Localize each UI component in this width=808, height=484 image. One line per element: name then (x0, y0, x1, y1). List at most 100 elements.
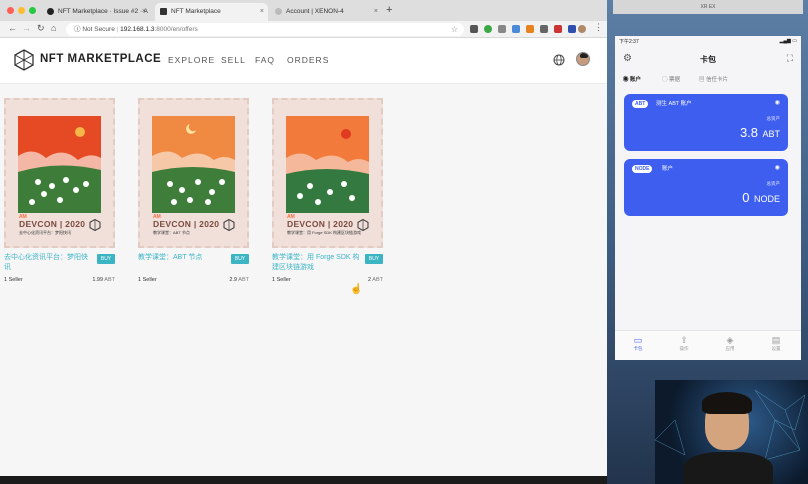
browser-toolbar: ← → ↻ ⌂ ⓘ Not Secure | 192.168.1.3:8000/… (0, 21, 607, 38)
tab-tickets[interactable]: ◯ 票据 (662, 75, 680, 83)
account-name: 测生 ABT 账户 (656, 101, 692, 107)
bottom-tab-settings[interactable]: ▤ 设置 (764, 335, 788, 352)
globe-icon[interactable] (553, 54, 565, 66)
balance: 3.8 ABT (740, 124, 780, 142)
seller-count: 1 Seller (138, 277, 157, 283)
price-unit: ABT (372, 277, 383, 283)
maximize-window-button[interactable] (29, 7, 36, 14)
seller-count: 1 Seller (4, 277, 23, 283)
page-icon (275, 8, 282, 15)
person-body (683, 452, 773, 484)
balance-unit: NODE (753, 194, 780, 204)
eye-icon[interactable]: ◉ (775, 99, 780, 106)
metamask-icon[interactable] (526, 25, 534, 33)
nft-poster[interactable]: AM DEVCON | 2020 去中心化资讯平台：梦阳快讯 (4, 98, 115, 248)
url-path: :8000/en/offers (154, 26, 198, 33)
extension-icon[interactable] (484, 25, 492, 33)
seller-count: 1 Seller (272, 277, 291, 283)
nav-faq[interactable]: FAQ (255, 55, 275, 65)
browser-tab-2[interactable]: NFT Marketplace × (155, 3, 268, 21)
settings-icon: ▤ (771, 335, 781, 345)
upload-icon: ⇪ (680, 335, 688, 345)
poster-title: DEVCON | 2020 (287, 219, 354, 229)
wallet-card-abt[interactable]: ABT 测生 ABT 账户 ◉ 总资产 3.8 ABT (624, 94, 788, 151)
close-icon[interactable]: × (260, 3, 264, 21)
nft-name-link[interactable]: 教学课堂：用 Forge SDK 构建区块链游戏 (272, 253, 360, 273)
apps-icon: ◈ (726, 335, 734, 345)
new-tab-button[interactable]: + (386, 4, 392, 16)
poster-artwork (286, 116, 369, 213)
tab-title: NFT Marketplace (171, 8, 221, 15)
devcon-emblem-icon (357, 219, 369, 231)
tab-label: 票据 (669, 77, 681, 83)
home-icon[interactable]: ⌂ (51, 23, 56, 33)
eye-icon[interactable]: ◉ (775, 164, 780, 171)
browser-tab-3[interactable]: Account | XENON-4 × (270, 3, 382, 21)
nft-price: 1.99 ABT (92, 277, 115, 283)
tab-label: 信任卡片 (706, 77, 729, 83)
extension-icon[interactable] (470, 25, 478, 33)
back-arrow-icon[interactable]: ← (8, 23, 17, 33)
extension-icon[interactable] (540, 25, 548, 33)
poster-title: DEVCON | 2020 (153, 219, 220, 229)
site-logo-text[interactable]: NFT MARKETPLACE (40, 53, 161, 65)
balance-amount: 0 (742, 190, 750, 205)
bottom-tab-apps[interactable]: ◈ 应用 (718, 335, 742, 352)
price-unit: ABT (104, 277, 115, 283)
price-unit: ABT (238, 277, 249, 283)
extension-icon[interactable] (568, 25, 576, 33)
nft-poster[interactable]: AM DEVCON | 2020 教学课堂：用 Forge SDK 构建区块链游… (272, 98, 383, 248)
bottom-tab-actions[interactable]: ⇪ 操作 (672, 335, 696, 352)
nav-orders[interactable]: ORDERS (287, 55, 329, 65)
tab-label: 账户 (630, 77, 642, 83)
extension-icon[interactable] (512, 25, 520, 33)
nft-name-link[interactable]: 去中心化资讯平台：梦阳快讯 (4, 253, 92, 273)
poster-subtitle: 教学课堂：ABT 节点 (153, 230, 190, 235)
poster-subtitle: 教学课堂：用 Forge SDK 构建区块链游戏 (287, 230, 362, 235)
devcon-emblem-icon (223, 219, 235, 231)
browser-tab-1[interactable]: NFT Marketplace · Issue #2 · A × (42, 3, 150, 21)
account-name: 账户 (662, 166, 674, 172)
nav-sell[interactable]: SELL (221, 55, 246, 65)
wallet-card-node[interactable]: NODE 账户 ◉ 总资产 0 NODE (624, 159, 788, 216)
bookmark-star-icon[interactable]: ☆ (451, 23, 458, 36)
bottom-tab-label: 应用 (725, 346, 735, 351)
buy-button[interactable]: BUY (365, 254, 383, 264)
person-hair (702, 392, 752, 414)
minimize-window-button[interactable] (18, 7, 25, 14)
nft-price: 2 ABT (368, 277, 383, 283)
bottom-tab-cards[interactable]: ▭ 卡包 (626, 335, 650, 352)
profile-avatar-icon[interactable] (578, 25, 586, 33)
nft-price: 2.9 ABT (229, 277, 249, 283)
webcam-video (655, 380, 808, 484)
extension-icon[interactable] (554, 25, 562, 33)
battery-icon: ▂▄▆ ▭ (779, 38, 797, 44)
phone-nav-bar: ⚙ 卡包 ⛶ (615, 50, 801, 70)
phone-status-bar: 下午2:37 ▂▄▆ ▭ (615, 36, 801, 46)
close-icon[interactable]: × (142, 3, 146, 21)
logo-icon[interactable] (13, 49, 35, 71)
phone-tabs: ◉ 账户 ◯ 票据 ▤ 信任卡片 (615, 73, 801, 85)
address-bar[interactable]: ⓘ Not Secure | 192.168.1.3:8000/en/offer… (66, 23, 464, 36)
token-badge: ABT (632, 100, 649, 108)
nft-poster[interactable]: AM DEVCON | 2020 教学课堂：ABT 节点 (138, 98, 249, 248)
poster-artwork (18, 116, 101, 213)
close-window-button[interactable] (7, 7, 14, 14)
forward-arrow-icon[interactable]: → (22, 23, 31, 33)
buy-button[interactable]: BUY (97, 254, 115, 264)
menu-kebab-icon[interactable]: ⋮ (594, 22, 603, 33)
buy-button[interactable]: BUY (231, 254, 249, 264)
reload-icon[interactable]: ↻ (37, 23, 45, 34)
tab-accounts[interactable]: ◉ 账户 (623, 75, 641, 83)
info-icon: ⓘ (74, 26, 81, 33)
tab-trust-cards[interactable]: ▤ 信任卡片 (699, 75, 728, 83)
scan-icon[interactable]: ⛶ (787, 53, 793, 64)
phone-time: 下午2:37 (619, 39, 639, 45)
close-icon[interactable]: × (374, 3, 378, 21)
nav-explore[interactable]: EXPLORE (168, 55, 215, 65)
user-avatar[interactable] (576, 52, 590, 66)
nft-name-link[interactable]: 教学课堂：ABT 节点 (138, 253, 226, 263)
tab-title: NFT Marketplace · Issue #2 · A (58, 8, 148, 15)
poster-artwork (152, 116, 235, 213)
extension-icon[interactable] (498, 25, 506, 33)
